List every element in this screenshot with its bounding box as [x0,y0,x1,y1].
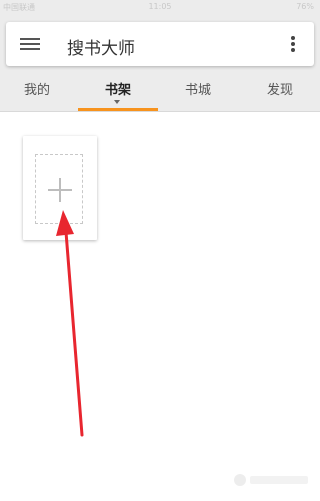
add-book-button[interactable] [23,136,97,240]
clock-label: 11:05 [148,2,172,11]
more-vertical-icon[interactable] [290,36,296,54]
app-title[interactable]: 搜书大师 [67,34,135,59]
battery-label: 76% [296,2,314,11]
active-tab-indicator [78,108,158,111]
status-bar: 中国联通 11:05 76% [0,0,320,14]
watermark-logo [234,474,308,486]
chevron-down-icon [114,100,120,104]
tab-mine[interactable]: 我的 [0,78,77,112]
hamburger-menu-icon[interactable] [20,38,40,51]
search-bar[interactable]: 搜书大师 [6,22,314,66]
annotation-arrow-shaft [64,230,84,437]
tab-bookshelf[interactable]: 书架 [78,78,158,112]
tab-bookstore[interactable]: 书城 [158,78,238,112]
tab-bar: 我的 书架 书城 发现 [0,78,320,112]
plus-icon [48,178,72,202]
tab-discover[interactable]: 发现 [240,78,320,112]
